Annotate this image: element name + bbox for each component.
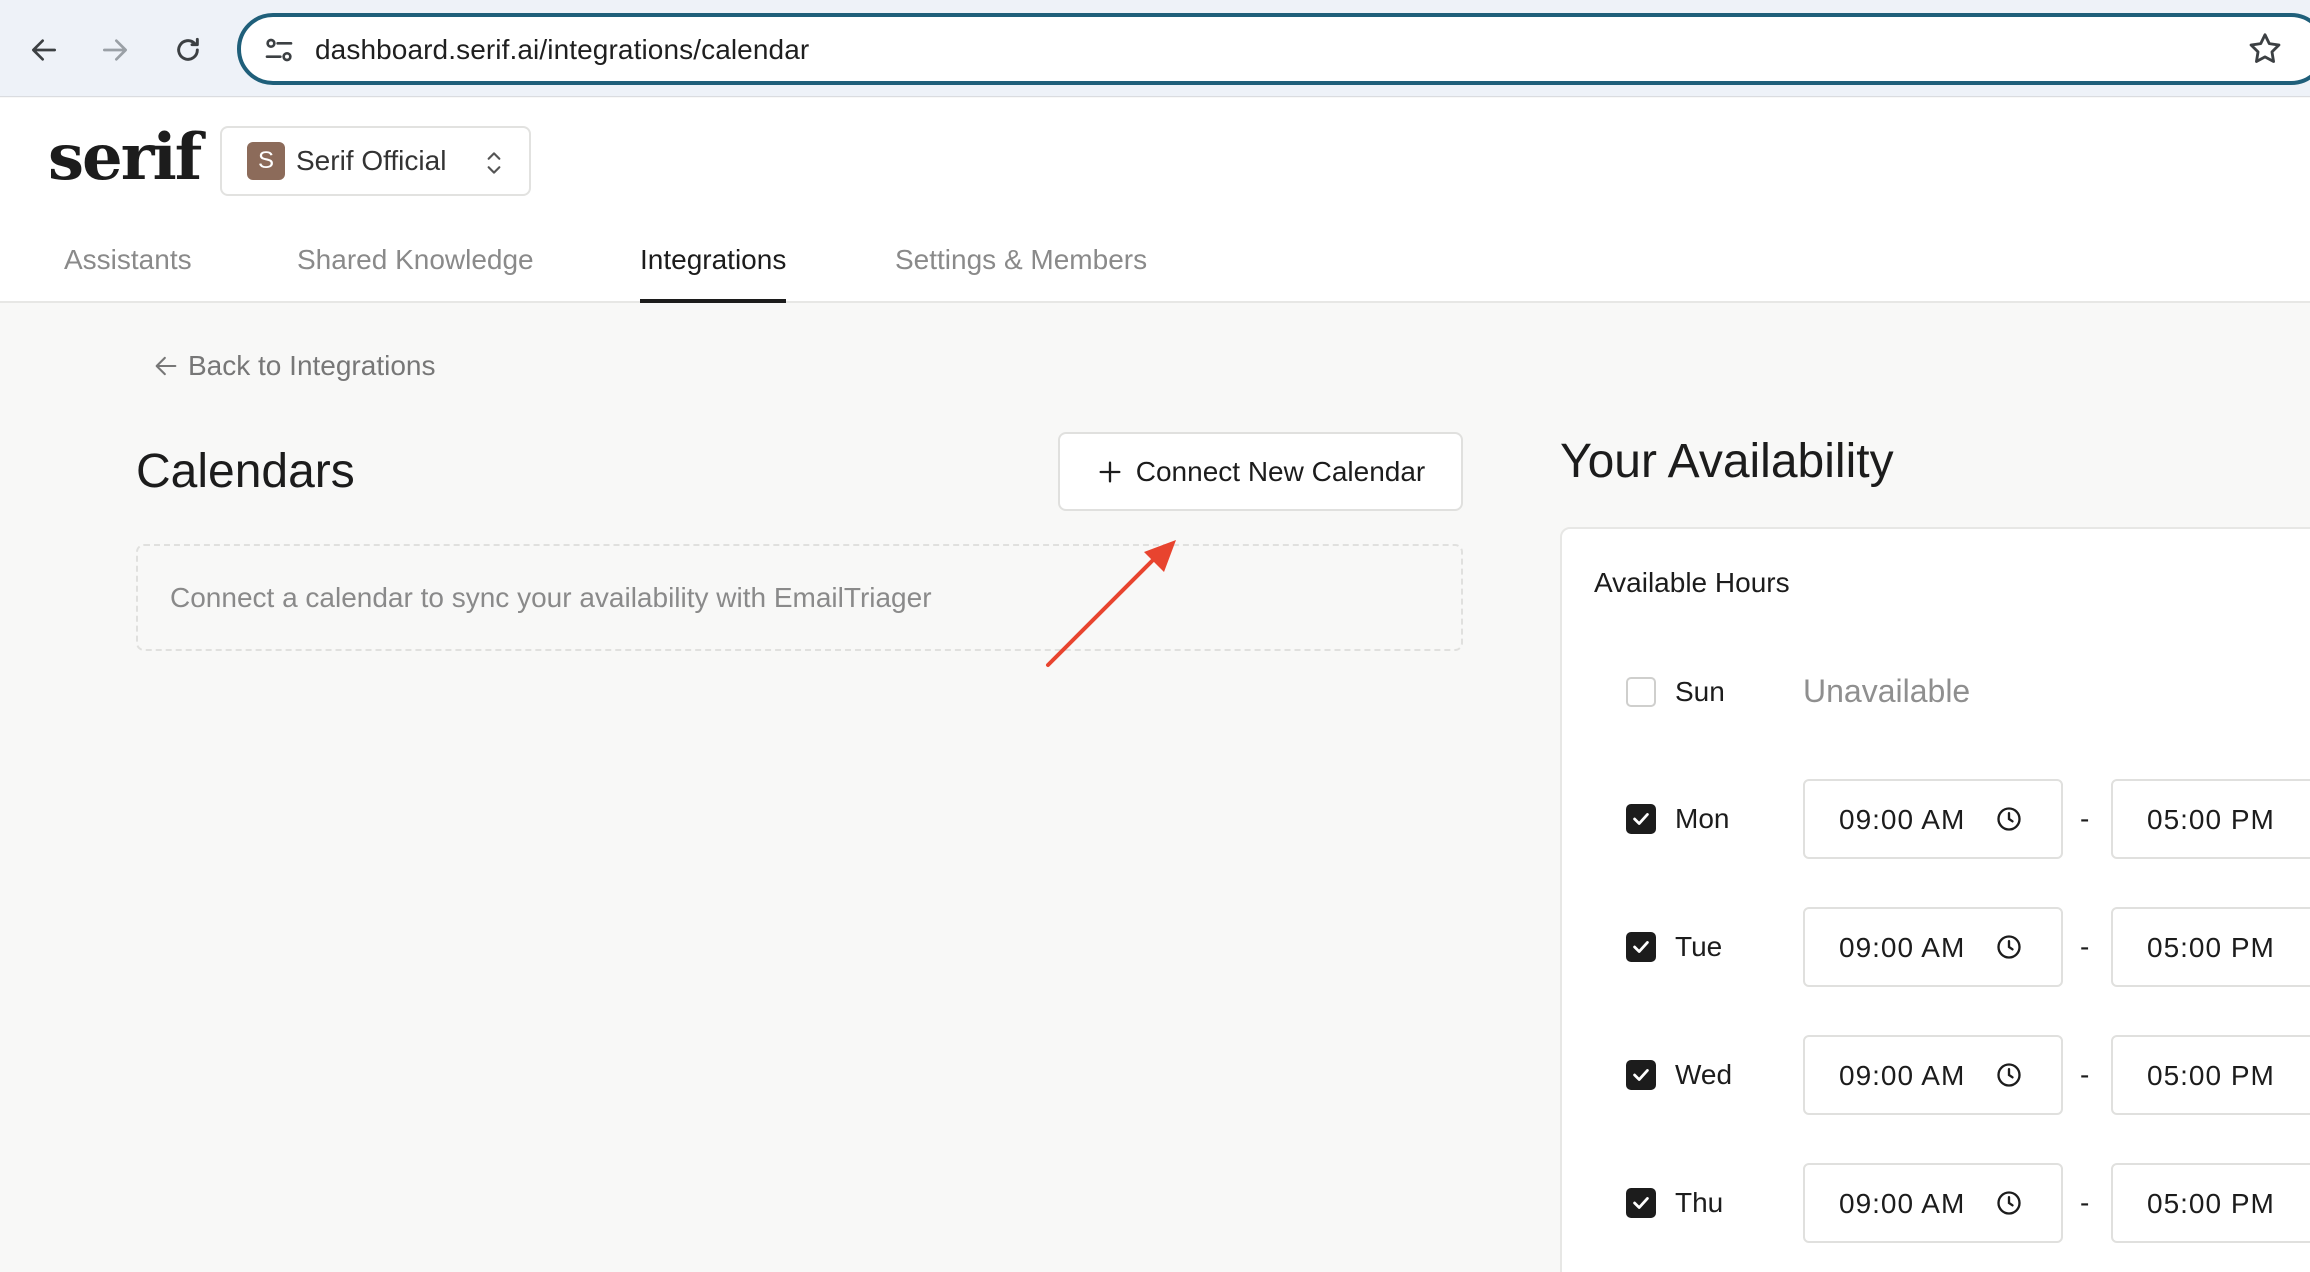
chevron-up-down-icon bbox=[487, 152, 501, 174]
end-time-value: 05:00 PM bbox=[2147, 1188, 2275, 1219]
available-hours-label: Available Hours bbox=[1594, 567, 1790, 598]
end-time-value: 05:00 PM bbox=[2147, 1060, 2275, 1091]
end-time-input-thu[interactable]: 05:00 PM bbox=[2111, 1163, 2310, 1243]
start-time-value: 09:00 AM bbox=[1839, 804, 1966, 835]
end-time-value: 05:00 PM bbox=[2147, 804, 2275, 835]
start-time-value: 09:00 AM bbox=[1839, 1060, 1966, 1091]
tab-integrations[interactable]: Integrations bbox=[640, 240, 787, 303]
org-switcher[interactable]: S Serif Official bbox=[220, 126, 531, 196]
start-time-input-tue[interactable]: 09:00 AM bbox=[1803, 907, 2063, 987]
unavailable-label: Unavailable bbox=[1803, 673, 1971, 709]
check-icon bbox=[1633, 941, 1649, 953]
day-label: Thu bbox=[1675, 1187, 1724, 1218]
org-name: Serif Official bbox=[296, 145, 447, 176]
time-separator: - bbox=[2080, 1059, 2090, 1090]
back-to-integrations-link[interactable]: Back to Integrations bbox=[152, 350, 435, 382]
back-button[interactable] bbox=[20, 26, 68, 74]
check-icon bbox=[1633, 813, 1649, 825]
connect-button-label: Connect New Calendar bbox=[1135, 455, 1426, 487]
day-checkbox-mon[interactable] bbox=[1626, 804, 1656, 834]
app-header: serif S Serif Official Assistants Shared… bbox=[0, 98, 2310, 303]
connect-new-calendar-button[interactable]: Connect New Calendar bbox=[1058, 432, 1463, 511]
clock-icon[interactable] bbox=[1995, 933, 2023, 961]
start-time-input-wed[interactable]: 09:00 AM bbox=[1803, 1035, 2063, 1115]
day-row-tue: Tue 09:00 AM - 05:00 PM bbox=[1562, 907, 2310, 987]
empty-state-message: Connect a calendar to sync your availabi… bbox=[170, 582, 932, 613]
day-label: Wed bbox=[1675, 1059, 1733, 1090]
day-checkbox-thu[interactable] bbox=[1626, 1188, 1656, 1218]
end-time-input-wed[interactable]: 05:00 PM bbox=[2111, 1035, 2310, 1115]
end-time-input-mon[interactable]: 05:00 PM bbox=[2111, 779, 2310, 859]
day-row-mon: Mon 09:00 AM - 05:00 PM bbox=[1562, 779, 2310, 859]
reload-button[interactable] bbox=[164, 26, 212, 74]
check-icon bbox=[1633, 1069, 1649, 1081]
check-icon bbox=[1633, 1197, 1649, 1209]
time-separator: - bbox=[2080, 803, 2090, 834]
site-settings-icon[interactable] bbox=[263, 34, 295, 66]
clock-icon[interactable] bbox=[1995, 1189, 2023, 1217]
arrow-right-icon bbox=[103, 39, 127, 61]
start-time-value: 09:00 AM bbox=[1839, 932, 1966, 963]
calendars-empty-state: Connect a calendar to sync your availabi… bbox=[136, 544, 1463, 651]
day-checkbox-sun[interactable] bbox=[1626, 677, 1656, 707]
tab-shared-knowledge[interactable]: Shared Knowledge bbox=[297, 240, 534, 303]
start-time-input-thu[interactable]: 09:00 AM bbox=[1803, 1163, 2063, 1243]
plus-icon bbox=[1099, 461, 1121, 482]
start-time-value: 09:00 AM bbox=[1839, 1188, 1966, 1219]
day-row-wed: Wed 09:00 AM - 05:00 PM bbox=[1562, 1035, 2310, 1115]
calendars-title: Calendars bbox=[136, 445, 355, 498]
arrow-left-icon bbox=[155, 356, 177, 376]
day-checkbox-wed[interactable] bbox=[1626, 1060, 1656, 1090]
forward-button[interactable] bbox=[91, 26, 139, 74]
annotation-arrow bbox=[1046, 540, 1176, 667]
day-label: Mon bbox=[1675, 803, 1730, 834]
time-separator: - bbox=[2080, 931, 2090, 962]
day-checkbox-tue[interactable] bbox=[1626, 932, 1656, 962]
end-time-value: 05:00 PM bbox=[2147, 932, 2275, 963]
day-label: Tue bbox=[1675, 931, 1723, 962]
tab-assistants[interactable]: Assistants bbox=[64, 240, 192, 303]
day-label: Sun bbox=[1675, 676, 1725, 707]
day-row-thu: Thu 09:00 AM - 05:00 PM bbox=[1562, 1163, 2310, 1243]
availability-card: Available Hours Sun Unavailable Mon 09:0… bbox=[1560, 527, 2310, 1272]
reload-icon bbox=[177, 37, 199, 61]
address-bar[interactable]: dashboard.serif.ai/integrations/calendar bbox=[237, 13, 2310, 85]
time-separator: - bbox=[2080, 1187, 2090, 1218]
org-avatar: S bbox=[247, 142, 285, 180]
main-tabs: Assistants Shared Knowledge Integrations… bbox=[0, 240, 2310, 303]
star-icon[interactable] bbox=[2246, 30, 2284, 68]
url-text[interactable]: dashboard.serif.ai/integrations/calendar bbox=[315, 34, 809, 66]
day-row-sun: Sun Unavailable bbox=[1562, 652, 2310, 732]
back-link-label: Back to Integrations bbox=[188, 350, 436, 381]
clock-icon[interactable] bbox=[1995, 1061, 2023, 1089]
tab-settings-members[interactable]: Settings & Members bbox=[895, 240, 1147, 303]
start-time-input-mon[interactable]: 09:00 AM bbox=[1803, 779, 2063, 859]
serif-logo[interactable]: serif bbox=[48, 120, 202, 195]
browser-toolbar: dashboard.serif.ai/integrations/calendar bbox=[0, 0, 2310, 97]
end-time-input-tue[interactable]: 05:00 PM bbox=[2111, 907, 2310, 987]
availability-title: Your Availability bbox=[1560, 435, 1894, 488]
clock-icon[interactable] bbox=[1995, 805, 2023, 833]
arrow-left-icon bbox=[32, 39, 56, 61]
